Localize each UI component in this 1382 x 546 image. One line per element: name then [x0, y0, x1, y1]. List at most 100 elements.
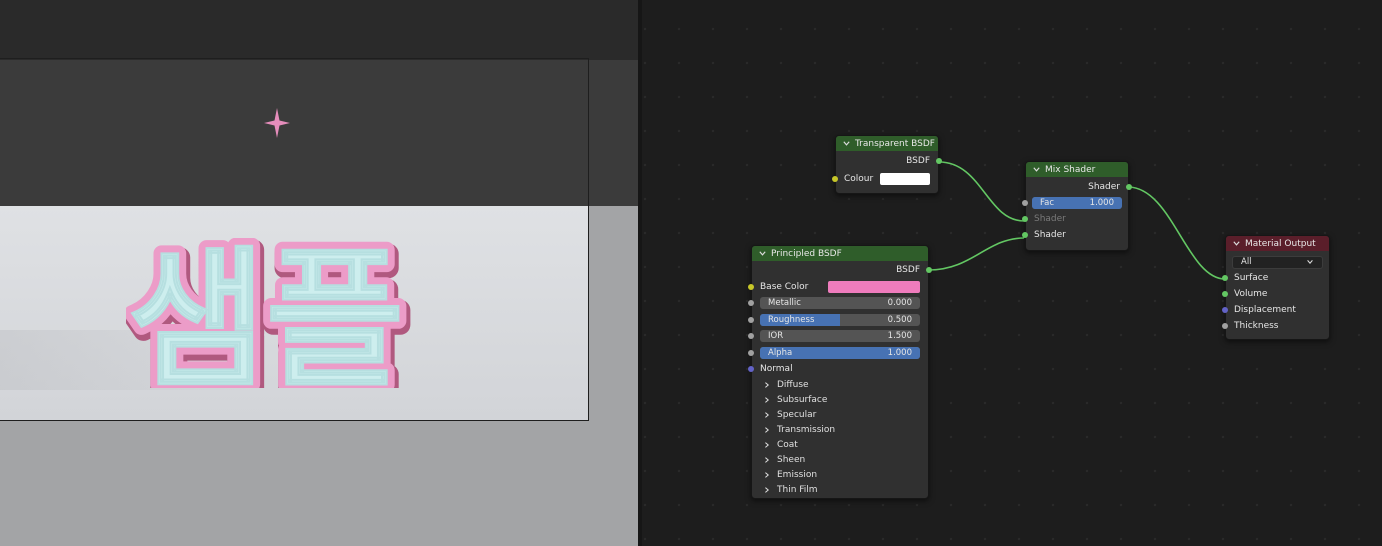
metallic-field[interactable]: Metallic 0.000	[760, 297, 920, 310]
panel-sheen[interactable]: Sheen	[752, 452, 928, 467]
input-label-shader-2: Shader	[1034, 230, 1066, 240]
field-value: 0.000	[887, 298, 912, 309]
input-row-displacement: Displacement	[1222, 302, 1329, 318]
input-label: Displacement	[1234, 305, 1296, 315]
alpha-field[interactable]: Alpha 1.000	[760, 346, 920, 359]
input-row-volume: Volume	[1222, 286, 1329, 302]
field-value: 1.500	[887, 331, 912, 342]
viewport-outside-camera	[589, 206, 638, 546]
principled-fields: Metallic 0.000 Roughness 0.500 IOR 1.500 Alpha…	[748, 295, 928, 361]
input-socket[interactable]	[748, 300, 754, 306]
chevron-right-icon	[765, 381, 769, 388]
roughness-field[interactable]: Roughness 0.500	[760, 313, 920, 326]
field-label: IOR	[768, 331, 784, 342]
output-socket[interactable]	[1126, 184, 1132, 190]
normal-label: Normal	[760, 364, 793, 374]
chevron-down-icon[interactable]	[842, 139, 851, 148]
output-label-shader: Shader	[1088, 182, 1120, 192]
input-socket[interactable]	[748, 333, 754, 339]
output-label-bsdf: BSDF	[896, 265, 920, 275]
chevron-right-icon	[765, 426, 769, 433]
fac-field[interactable]: Fac 1.000	[1032, 197, 1122, 209]
panel-transmission[interactable]: Transmission	[752, 422, 928, 437]
panel-specular[interactable]: Specular	[752, 407, 928, 422]
input-label-shader-1: Shader	[1034, 214, 1066, 224]
output-socket[interactable]	[936, 158, 942, 164]
node-mix-shader[interactable]: Mix Shader Shader Fac 1.000 Shader Shade…	[1022, 161, 1132, 251]
chevron-right-icon	[765, 456, 769, 463]
field-row-metallic: Metallic 0.000	[748, 295, 928, 312]
chevron-down-icon[interactable]	[758, 249, 767, 258]
panel-subsurface[interactable]: Subsurface	[752, 392, 928, 407]
link-principled-to-mix	[928, 237, 1025, 271]
output-inputs: Surface Volume Displacement Thickness	[1222, 270, 1329, 334]
input-socket[interactable]	[748, 284, 754, 290]
light-star-icon[interactable]	[264, 108, 290, 138]
output-socket[interactable]	[926, 267, 932, 273]
chevron-right-icon	[765, 396, 769, 403]
chevron-right-icon	[765, 471, 769, 478]
principled-panels: Diffuse Subsurface Specular Transmission Coa…	[752, 377, 928, 497]
panel-diffuse[interactable]: Diffuse	[752, 377, 928, 392]
panel-label: Diffuse	[777, 379, 809, 390]
node-header[interactable]: Material Output	[1226, 236, 1329, 251]
3d-viewport[interactable]: 샘플 샘플 샘플	[0, 0, 638, 546]
input-socket[interactable]	[1022, 232, 1028, 238]
chevron-right-icon	[765, 411, 769, 418]
target-dropdown[interactable]: All	[1232, 255, 1323, 269]
panel-emission[interactable]: Emission	[752, 467, 928, 482]
node-material-output[interactable]: Material Output All Surface Volume Displac…	[1222, 235, 1330, 340]
node-header[interactable]: Transparent BSDF	[836, 136, 938, 151]
node-header[interactable]: Mix Shader	[1026, 162, 1128, 177]
input-socket[interactable]	[1222, 307, 1228, 313]
colour-label: Colour	[844, 174, 874, 184]
input-socket[interactable]	[748, 349, 754, 356]
panel-thin-film[interactable]: Thin Film	[752, 482, 928, 497]
input-label: Thickness	[1234, 321, 1279, 331]
field-row-ior: IOR 1.500	[748, 328, 928, 345]
link-mix-to-output	[1127, 186, 1226, 280]
node-transparent-bsdf[interactable]: Transparent BSDF BSDF Colour	[832, 135, 942, 194]
panel-label: Sheen	[777, 454, 806, 465]
fac-label: Fac	[1040, 198, 1054, 208]
colour-swatch[interactable]	[880, 173, 930, 185]
node-principled-bsdf[interactable]: Principled BSDF BSDF Base Color Metallic…	[748, 245, 932, 499]
input-row-surface: Surface	[1222, 270, 1329, 286]
input-socket[interactable]	[832, 176, 838, 182]
input-socket[interactable]	[1222, 291, 1228, 297]
input-label: Surface	[1234, 273, 1269, 283]
base-color-swatch[interactable]	[828, 281, 920, 293]
input-socket[interactable]	[1222, 323, 1228, 329]
ior-field[interactable]: IOR 1.500	[760, 330, 920, 343]
field-value: 0.500	[887, 314, 912, 325]
chevron-right-icon	[765, 486, 769, 493]
target-value: All	[1241, 257, 1252, 267]
chevron-down-icon	[1307, 260, 1313, 264]
node-header[interactable]: Principled BSDF	[752, 246, 928, 261]
input-socket[interactable]	[748, 316, 754, 323]
panel-coat[interactable]: Coat	[752, 437, 928, 452]
3d-text-object[interactable]: 샘플 샘플 샘플	[126, 238, 426, 388]
3d-text-face: 샘플	[128, 238, 404, 388]
shader-node-editor[interactable]: Transparent BSDF BSDF Colour Mix Shader …	[642, 0, 1382, 546]
input-socket[interactable]	[1222, 275, 1228, 281]
input-socket[interactable]	[1022, 216, 1028, 222]
input-socket[interactable]	[1022, 200, 1028, 206]
panel-label: Emission	[777, 469, 818, 480]
field-row-roughness: Roughness 0.500	[748, 312, 928, 329]
input-row-thickness: Thickness	[1222, 318, 1329, 334]
field-label: Metallic	[768, 298, 801, 309]
panel-label: Specular	[777, 409, 817, 420]
panel-label: Subsurface	[777, 394, 828, 405]
fac-value: 1.000	[1089, 198, 1114, 208]
field-value: 1.000	[887, 347, 912, 358]
input-socket[interactable]	[748, 366, 754, 372]
input-label: Volume	[1234, 289, 1268, 299]
panel-label: Transmission	[777, 424, 836, 435]
base-color-label: Base Color	[760, 282, 809, 292]
field-label: Roughness	[768, 314, 815, 325]
chevron-down-icon[interactable]	[1232, 239, 1241, 248]
chevron-down-icon[interactable]	[1032, 165, 1041, 174]
node-title: Transparent BSDF	[855, 138, 935, 149]
panel-label: Coat	[777, 439, 798, 450]
